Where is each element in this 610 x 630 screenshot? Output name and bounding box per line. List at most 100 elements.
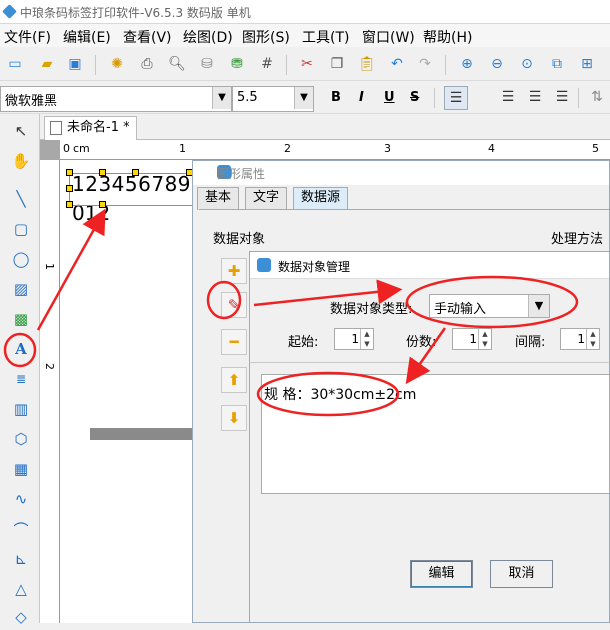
zoom-actual-icon[interactable]: ⊙ [516,53,538,75]
fit-window-icon[interactable]: ⧉ [546,53,568,75]
count-stepper[interactable]: 1 ▲ ▼ [452,328,492,350]
chevron-down-icon[interactable]: ▼ [212,87,231,109]
resize-handle[interactable] [66,185,73,192]
object-type-select[interactable]: 手动输入 ▼ [429,294,550,318]
ruler-tick: 5 [592,142,599,155]
ellipse-tool-icon[interactable]: ◯ [8,246,34,272]
stepper-arrows-icon[interactable]: ▲ ▼ [360,329,373,349]
align-justify-icon[interactable]: ☰ [551,86,573,108]
stepper-arrows-icon[interactable]: ▲ ▼ [586,329,599,349]
grid-icon[interactable]: # [256,53,278,75]
menu-view[interactable]: 查看(V) [123,27,172,47]
zoom-out-icon[interactable]: ⊖ [486,53,508,75]
document-tab[interactable]: 未命名-1 * [44,116,137,141]
cut-icon[interactable]: ✂ [296,53,318,75]
selection-box[interactable] [69,173,193,206]
save-icon[interactable]: ▣ [64,53,86,75]
stepper-arrows-icon[interactable]: ▲ ▼ [478,329,491,349]
print-icon[interactable]: ⎙ [136,53,158,75]
line-tool-icon[interactable]: ╲ [8,186,34,212]
undo-icon[interactable]: ↶ [386,53,408,75]
open-folder-icon[interactable]: ▰ [36,53,58,75]
menu-tools[interactable]: 工具(T) [302,27,349,47]
text-tool-icon[interactable]: A [8,336,34,362]
barcode-tool-icon[interactable]: ▥ [8,396,34,422]
curve-tool-icon[interactable]: ∿ [8,486,34,512]
count-value: 1 [469,332,477,346]
ruler-unit: cm [73,142,90,155]
polygon-tool-icon[interactable]: ⬡ [8,426,34,452]
toolbar-separator [445,55,446,75]
align-right-icon[interactable]: ☰ [524,86,546,108]
content-textarea[interactable]: 规 格：30*30cm±2cm [261,374,610,494]
triangle-tool-icon[interactable]: △ [8,576,34,602]
tab-text[interactable]: 文字 [245,187,288,210]
interval-value: 1 [577,332,585,346]
select-pointer-icon[interactable]: ↖ [8,118,34,144]
settings-gear-icon[interactable]: ✺ [106,53,128,75]
align-left-icon[interactable]: ☰ [444,86,468,110]
pan-tool-icon[interactable]: ✋ [8,148,34,174]
zoom-in-icon[interactable]: ⊕ [456,53,478,75]
tab-datasource[interactable]: 数据源 [293,187,349,210]
move-up-arrow-icon[interactable]: ⬆ [221,367,247,393]
edit-pencil-icon[interactable]: ✎ [221,292,247,318]
resize-handle[interactable] [66,169,73,176]
data-object-group-title: 数据对象 [213,232,266,247]
resize-handle[interactable] [99,201,106,208]
menu-help[interactable]: 帮助(H) [423,27,472,47]
chevron-down-icon[interactable]: ▼ [528,295,549,317]
move-down-arrow-icon[interactable]: ⬇ [221,405,247,431]
picture-tool-icon[interactable]: ▩ [8,306,34,332]
new-file-icon[interactable]: ▭ [4,53,26,75]
strikethrough-button[interactable]: S [410,90,419,105]
ruler-tick: 0 [63,142,70,155]
qrcode-tool-icon[interactable]: ▦ [8,456,34,482]
edit-button[interactable]: 编辑 [410,560,473,588]
copy-icon[interactable]: ❐ [326,53,348,75]
print-preview-icon[interactable]: 🔍︎ [166,53,188,75]
database-icon[interactable]: ⛁ [196,53,218,75]
start-stepper[interactable]: 1 ▲ ▼ [334,328,374,350]
rich-text-tool-icon[interactable]: ≣ [8,366,34,392]
line-spacing-icon[interactable]: ⇅ [586,86,608,108]
cancel-button[interactable]: 取消 [490,560,553,588]
font-family-select[interactable]: 微软雅黑 ▼ [0,86,232,112]
toolbar-separator [434,88,435,108]
resize-handle[interactable] [66,201,73,208]
arc-tool-icon[interactable]: ⌒ [8,516,34,542]
format-toolbar: 微软雅黑 ▼ 5.5 ▼ B I U S ☰ ☰ ☰ ☰ ⇅ [0,82,610,114]
menu-edit[interactable]: 编辑(E) [63,27,111,47]
label-page[interactable] [60,160,192,623]
remove-icon[interactable]: ━ [221,329,247,355]
redo-icon[interactable]: ↷ [414,53,436,75]
dialog-titlebar[interactable]: 数据对象管理 [250,252,609,279]
font-family-value: 微软雅黑 [5,94,58,109]
menu-file[interactable]: 文件(F) [4,27,51,47]
menu-shape[interactable]: 图形(S) [242,27,290,47]
start-label: 起始: [288,335,319,350]
tab-basic[interactable]: 基本 [197,187,240,210]
window-title: 中琅条码标签打印软件-V6.5.3 数码版 单机 [20,6,251,20]
resize-handle[interactable] [99,169,106,176]
interval-stepper[interactable]: 1 ▲ ▼ [560,328,600,350]
fit-page-icon[interactable]: ⊞ [576,53,598,75]
diamond-tool-icon[interactable]: ◇ [8,604,34,630]
add-icon[interactable]: ✚ [221,258,247,284]
database-settings-icon[interactable]: ⛃ [226,53,248,75]
underline-button[interactable]: U [384,90,395,105]
paste-icon[interactable]: 📋︎ [356,53,378,75]
image-tool-icon[interactable]: ▨ [8,276,34,302]
font-size-select[interactable]: 5.5 ▼ [232,86,314,112]
bold-button[interactable]: B [331,90,341,105]
dialog-titlebar[interactable]: 图形属性 [193,161,609,185]
menu-draw[interactable]: 绘图(D) [183,27,233,47]
rectangle-tool-icon[interactable]: ▢ [8,216,34,242]
polyline-tool-icon[interactable]: ⊾ [8,546,34,572]
align-center-icon[interactable]: ☰ [497,86,519,108]
resize-handle[interactable] [132,169,139,176]
italic-button[interactable]: I [359,90,364,105]
chevron-down-icon[interactable]: ▼ [294,87,313,109]
menu-window[interactable]: 窗口(W) [362,27,415,47]
ruler-tick: 4 [488,142,495,155]
